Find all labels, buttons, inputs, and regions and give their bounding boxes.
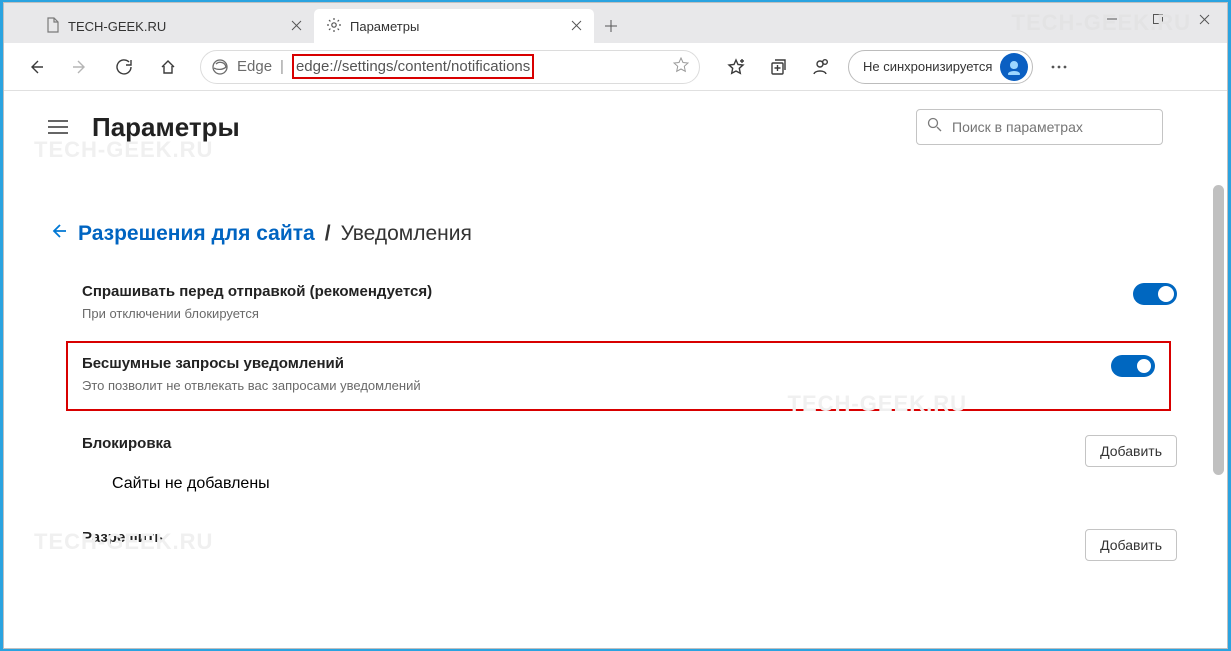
search-icon: [927, 117, 942, 137]
home-button[interactable]: [148, 47, 188, 87]
hamburger-button[interactable]: [48, 116, 70, 138]
row-block-empty: Сайты не добавлены: [112, 475, 1177, 493]
gear-icon: [326, 17, 342, 36]
address-divider: |: [280, 58, 284, 75]
new-tab-button[interactable]: [594, 9, 628, 43]
favorite-star-icon[interactable]: [673, 57, 689, 77]
address-label: Edge: [237, 58, 272, 75]
add-allow-button[interactable]: Добавить: [1085, 529, 1177, 561]
row-title: Блокировка: [82, 435, 171, 452]
row-allow: Разрешить Добавить: [82, 515, 1177, 565]
profile-sync-pill[interactable]: Не синхронизируется: [848, 50, 1033, 84]
toolbar-right: Не синхронизируется: [716, 47, 1079, 87]
tab-strip: TECH-GEEK.RU Параметры: [4, 3, 1227, 43]
row-title: Спрашивать перед отправкой (рекомендуетс…: [82, 283, 432, 300]
tab-2-label: Параметры: [350, 19, 563, 34]
vertical-scrollbar[interactable]: [1211, 183, 1226, 642]
toolbar: Edge | edge://settings/content/notificat…: [4, 43, 1227, 91]
minimize-button[interactable]: [1089, 3, 1135, 35]
edge-logo-icon: [211, 58, 229, 76]
forward-button[interactable]: [60, 47, 100, 87]
tab-2[interactable]: Параметры: [314, 9, 594, 43]
window-controls: [1089, 3, 1227, 35]
collections-button[interactable]: [758, 47, 798, 87]
scrollbar-thumb[interactable]: [1213, 185, 1224, 475]
refresh-button[interactable]: [104, 47, 144, 87]
settings-page: Параметры Разрешения для сайта / Уведомл…: [4, 91, 1227, 648]
close-button[interactable]: [1181, 3, 1227, 35]
favorites-button[interactable]: [716, 47, 756, 87]
settings-search-input[interactable]: [952, 119, 1152, 135]
row-subtitle: Это позволит не отвлекать вас запросами …: [82, 378, 421, 393]
add-block-button[interactable]: Добавить: [1085, 435, 1177, 467]
row-quiet-requests-highlight: Бесшумные запросы уведомлений Это позвол…: [66, 341, 1171, 411]
account-icon[interactable]: [800, 47, 840, 87]
back-button[interactable]: [16, 47, 56, 87]
browser-window: TECH-GEEK.RU Параметры Edge | edge://set…: [3, 2, 1228, 649]
row-title: Разрешить: [82, 529, 164, 546]
profile-sync-label: Не синхронизируется: [863, 59, 992, 74]
settings-content: Разрешения для сайта / Уведомления Спраш…: [48, 201, 1197, 648]
breadcrumb-link[interactable]: Разрешения для сайта: [78, 222, 315, 246]
breadcrumb-back-icon[interactable]: [48, 221, 68, 247]
breadcrumb-current: Уведомления: [341, 222, 472, 246]
row-ask-before-sending: Спрашивать перед отправкой (рекомендуетс…: [82, 269, 1177, 337]
settings-section: Спрашивать перед отправкой (рекомендуетс…: [82, 269, 1177, 565]
tab-1-close-icon[interactable]: [291, 19, 302, 34]
file-icon: [46, 17, 60, 36]
maximize-button[interactable]: [1135, 3, 1181, 35]
settings-search[interactable]: [916, 109, 1163, 145]
page-title: Параметры: [92, 112, 240, 143]
settings-header: Параметры: [4, 91, 1227, 145]
avatar-icon: [1000, 53, 1028, 81]
tab-2-close-icon[interactable]: [571, 19, 582, 34]
breadcrumb: Разрешения для сайта / Уведомления: [48, 221, 1197, 247]
row-title: Бесшумные запросы уведомлений: [82, 355, 421, 372]
row-subtitle: При отключении блокируется: [82, 306, 432, 321]
breadcrumb-sep: /: [325, 222, 331, 246]
tab-1[interactable]: TECH-GEEK.RU: [34, 9, 314, 43]
row-block: Блокировка Добавить: [82, 421, 1177, 483]
address-bar[interactable]: Edge | edge://settings/content/notificat…: [200, 50, 700, 84]
tab-1-label: TECH-GEEK.RU: [68, 19, 283, 34]
toggle-quiet-requests[interactable]: [1111, 355, 1155, 377]
toggle-ask-before-sending[interactable]: [1133, 283, 1177, 305]
more-button[interactable]: [1039, 47, 1079, 87]
address-url: edge://settings/content/notifications: [292, 58, 665, 75]
